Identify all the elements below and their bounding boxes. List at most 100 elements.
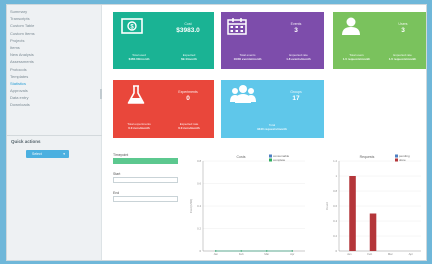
card-events-stat2: Expected rate 1.8 events/month — [274, 53, 323, 61]
x-tick-label: Apr — [409, 252, 413, 256]
sidebar-item[interactable]: New Analysis — [10, 51, 101, 58]
card-users-value: 3 — [401, 27, 405, 34]
sidebar-item[interactable]: Statistics — [10, 80, 101, 87]
card-users-label: Users — [398, 22, 408, 26]
card-experiments[interactable]: Experiments 0 Total experiments 0.0 runs… — [113, 80, 214, 138]
chart-title: Costs — [237, 155, 246, 159]
costs-chart: Costs 0.8 0.6 0.4 0.2 0 Cost (USD) Jan Feb Mar Apr… — [189, 151, 309, 259]
bar — [349, 176, 356, 251]
card-budget-stat1: Total used $480.00/month — [115, 53, 163, 61]
money-icon: $ — [121, 18, 143, 34]
sidebar-item[interactable]: Approvals — [10, 87, 101, 94]
card-events-stat1-value: 16/30 events/month — [233, 56, 262, 61]
sidebar-item[interactable]: Downloads — [10, 101, 101, 108]
start-date-input[interactable] — [113, 177, 178, 183]
quick-action-label: Select — [32, 152, 42, 156]
data-point — [291, 250, 293, 252]
user-icon — [342, 17, 360, 35]
chevron-down-icon: ▾ — [63, 152, 65, 156]
y-tick-label: 1 — [335, 174, 337, 178]
chart-title: Requests — [360, 155, 375, 159]
x-tick-label: Jan — [347, 252, 352, 256]
sidebar-divider — [7, 135, 102, 136]
card-budget-stat2: Expected $9.4/month — [165, 53, 213, 61]
sidebar-menu: Summary Transcripts Custom Table Custom Ite… — [7, 5, 101, 109]
card-experiments-stat1-value: 0.0 runs/month — [128, 125, 150, 130]
legend-label: complete — [273, 158, 286, 162]
sidebar-item[interactable]: Data entry — [10, 94, 101, 101]
calendar-icon — [227, 18, 247, 35]
quick-action-button[interactable]: Select ▾ — [26, 150, 69, 158]
card-events-stat1: Total events 16/30 events/month — [223, 53, 272, 61]
card-users-stat2-value: 1.0 requests/month — [388, 56, 417, 61]
end-label: End — [113, 191, 120, 195]
end-date-input[interactable] — [113, 196, 178, 202]
card-users-stat1-value: 1.0 requests/month — [342, 56, 371, 61]
card-users-stat2: Expected rate 1.0 requests/month — [380, 53, 425, 61]
card-experiments-stat2: Expected rate 0.0 runs/month — [165, 122, 213, 130]
legend-swatch — [395, 154, 398, 158]
card-budget-value: $3983.0 — [176, 27, 200, 34]
sidebar-collapse-handle[interactable] — [100, 89, 102, 99]
y-tick-label: 0 — [199, 249, 201, 253]
y-tick-label: 0 — [335, 249, 337, 253]
app-window: Summary Transcripts Custom Table Custom Ite… — [6, 4, 427, 261]
legend-swatch — [269, 154, 272, 158]
card-experiments-stat1: Total experiments 0.0 runs/month — [115, 122, 163, 130]
costs-chart-svg: Costs 0.8 0.6 0.4 0.2 0 Cost (USD) Jan Feb Mar Apr… — [189, 154, 305, 256]
requests-chart: Requests 1.2 1 0.8 0.6 0.4 0.2 0 Count Jan Feb Mar A… — [325, 151, 425, 259]
group-icon — [230, 85, 256, 103]
x-tick-label: Apr — [290, 252, 294, 256]
flask-icon — [127, 85, 145, 104]
card-users[interactable]: Users 3 Total users 1.0 requests/month E… — [333, 12, 426, 69]
card-groups-value: 17 — [292, 95, 300, 102]
data-point — [266, 250, 268, 252]
sidebar-item[interactable]: Projects — [10, 37, 101, 44]
filter-form: Timepoint Start End — [113, 153, 178, 210]
timepoint-label: Timepoint — [113, 153, 129, 157]
x-tick-label: Feb — [367, 252, 372, 256]
sidebar-item[interactable]: Assessments — [10, 58, 101, 65]
start-label: Start — [113, 172, 121, 176]
card-budget-label: Cost — [184, 22, 192, 26]
x-tick-label: Mar — [264, 252, 269, 256]
legend-label: done — [399, 158, 406, 162]
legend-swatch — [395, 158, 398, 162]
card-budget[interactable]: $ Cost $3983.0 Total used $480.00/month … — [113, 12, 214, 69]
y-tick-label: 1.2 — [333, 159, 337, 163]
bar — [369, 213, 377, 251]
sidebar-item[interactable]: Custom Table — [10, 22, 101, 29]
sidebar: Summary Transcripts Custom Table Custom Ite… — [7, 5, 102, 260]
card-events-stat2-value: 1.8 events/month — [286, 56, 311, 61]
data-point — [215, 250, 217, 252]
y-tick-label: 0.2 — [197, 227, 201, 231]
y-tick-label: 0.2 — [333, 234, 337, 238]
sidebar-item[interactable]: Custom Items — [10, 30, 101, 37]
sidebar-item[interactable]: Items — [10, 44, 101, 51]
card-users-stat1: Total users 1.0 requests/month — [334, 53, 379, 61]
card-events-label: Events — [290, 22, 302, 26]
y-tick-label: 0.6 — [333, 204, 337, 208]
card-groups[interactable]: Groups 17 Total 3340 requests/month — [221, 80, 324, 138]
sidebar-item[interactable]: Protocols — [10, 66, 101, 73]
sidebar-item[interactable]: Templates — [10, 73, 101, 80]
quick-actions-title: Quick actions — [11, 139, 41, 144]
requests-chart-svg: Requests 1.2 1 0.8 0.6 0.4 0.2 0 Count Jan Feb Mar A… — [325, 154, 421, 256]
y-tick-label: 0.4 — [333, 219, 337, 223]
card-budget-stat1-value: $480.00/month — [128, 56, 150, 61]
y-axis-label: Count — [325, 202, 329, 210]
card-experiments-value: 0 — [186, 95, 190, 102]
dashboard-main: $ Cost $3983.0 Total used $480.00/month … — [103, 5, 426, 260]
x-tick-label: Jan — [213, 252, 218, 256]
card-experiments-stat2-value: 0.0 runs/month — [178, 125, 200, 130]
y-tick-label: 0.8 — [197, 159, 201, 163]
card-budget-stat2-value: $9.4/month — [181, 56, 197, 61]
card-events[interactable]: Events 3 Total events 16/30 events/month… — [221, 12, 324, 69]
y-tick-label: 0.8 — [333, 189, 337, 193]
card-groups-stat1: Total 3340 requests/month — [247, 123, 297, 131]
sidebar-item[interactable]: Summary — [10, 8, 101, 15]
timepoint-select[interactable] — [113, 158, 178, 164]
x-tick-label: Mar — [388, 252, 393, 256]
sidebar-item[interactable]: Transcripts — [10, 15, 101, 22]
data-point — [240, 250, 242, 252]
